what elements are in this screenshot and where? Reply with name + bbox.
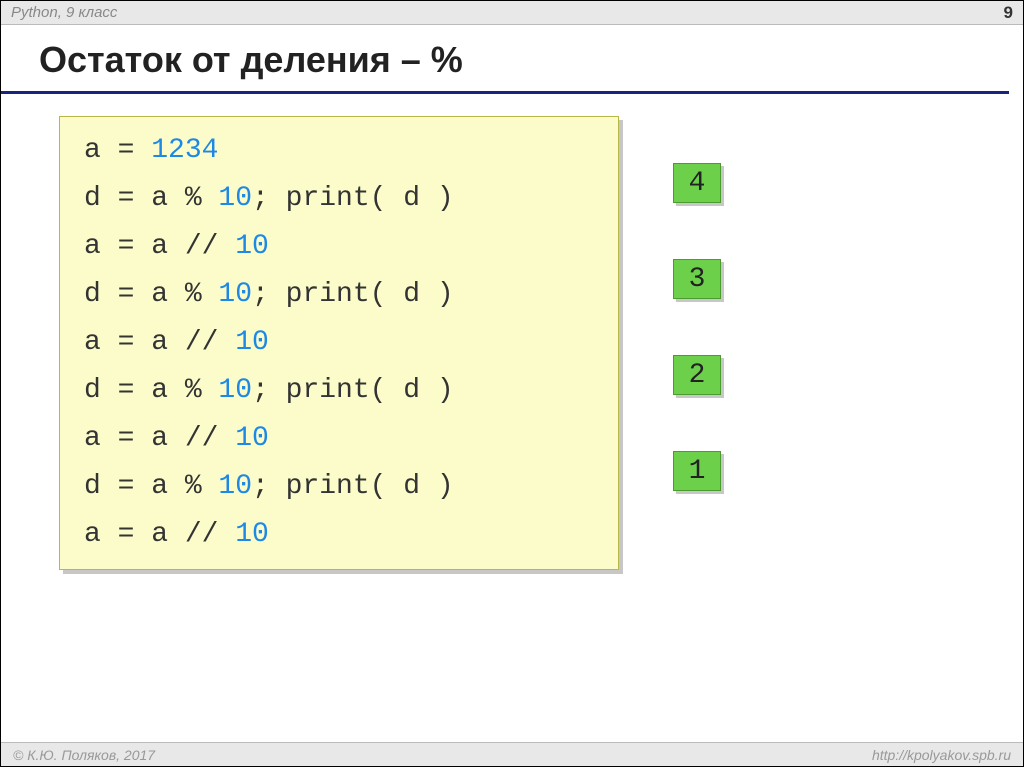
code-block: a = 1234 d = a % 10; print( d ) a = a //…: [59, 116, 619, 570]
code-line: d = a % 10; print( d ): [84, 175, 598, 223]
code-line: a = a // 10: [84, 319, 598, 367]
code-line: d = a % 10; print( d ): [84, 271, 598, 319]
page-number: 9: [1004, 3, 1013, 23]
output-badge: 3: [673, 259, 721, 299]
content-area: a = 1234 d = a % 10; print( d ) a = a //…: [1, 94, 1023, 570]
code-line: d = a % 10; print( d ): [84, 367, 598, 415]
code-line: d = a % 10; print( d ): [84, 463, 598, 511]
output-badge: 2: [673, 355, 721, 395]
output-badge: 4: [673, 163, 721, 203]
footer-left: © К.Ю. Поляков, 2017: [13, 747, 155, 763]
slide-page: Python, 9 класс 9 Остаток от деления – %…: [0, 0, 1024, 767]
output-badge: 1: [673, 451, 721, 491]
slide-title: Остаток от деления – %: [1, 25, 1009, 94]
header-bar: Python, 9 класс 9: [1, 1, 1023, 25]
code-line: a = a // 10: [84, 223, 598, 271]
code-line: a = a // 10: [84, 415, 598, 463]
code-line: a = 1234: [84, 127, 598, 175]
code-line: a = a // 10: [84, 511, 598, 559]
header-left: Python, 9 класс: [11, 4, 117, 21]
footer-right: http://kpolyakov.spb.ru: [872, 747, 1011, 763]
footer-bar: © К.Ю. Поляков, 2017 http://kpolyakov.sp…: [1, 742, 1023, 766]
